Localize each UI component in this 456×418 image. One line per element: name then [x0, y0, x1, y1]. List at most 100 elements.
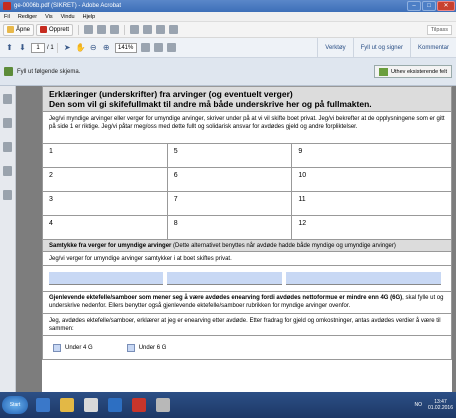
- attachments-icon[interactable]: [3, 142, 12, 152]
- guardian-signature-field[interactable]: [167, 272, 282, 285]
- menu-view[interactable]: Vis: [45, 14, 53, 20]
- language-indicator[interactable]: NO: [414, 402, 422, 408]
- under-4g-checkbox[interactable]: [53, 343, 61, 352]
- create-button[interactable]: Opprett: [36, 23, 74, 36]
- page-number-input[interactable]: 1: [31, 42, 45, 53]
- guardian-signature-field[interactable]: [49, 272, 164, 285]
- internet-explorer-icon[interactable]: [36, 398, 50, 412]
- signature-cell[interactable]: 9: [292, 144, 453, 167]
- previous-page-icon[interactable]: ⬆: [5, 43, 14, 52]
- menu-file[interactable]: Fil: [4, 14, 10, 20]
- window-title: ge-0006b.pdf (SIKRET) - Adobe Acrobat: [14, 3, 122, 9]
- taskbar: Start NO 13:47 01.02.2016: [0, 392, 456, 418]
- under-6g-label: Under 6 G: [138, 344, 167, 351]
- start-button[interactable]: Start: [2, 396, 28, 414]
- customize-area: Tilpass: [426, 24, 452, 35]
- acrobat-icon: [3, 2, 11, 10]
- grid-row: 2 6 10: [43, 168, 453, 192]
- bookmarks-icon[interactable]: [3, 118, 12, 128]
- signature-cell[interactable]: 4: [43, 216, 168, 239]
- layers-icon[interactable]: [3, 190, 12, 200]
- navigation-pane: [0, 86, 16, 392]
- highlight-label: Uthev eksisterende felt: [391, 68, 447, 75]
- media-player-icon[interactable]: [84, 398, 98, 412]
- highlight-icon: [379, 67, 389, 76]
- signatures-icon[interactable]: [3, 166, 12, 176]
- document-viewport[interactable]: Erklæringer (underskrifter) fra arvinger…: [16, 86, 456, 392]
- signature-cell[interactable]: 12: [292, 216, 453, 239]
- word-icon[interactable]: [108, 398, 122, 412]
- signature-cell[interactable]: 1: [43, 144, 168, 167]
- folder-icon: [7, 26, 14, 33]
- signature-cell[interactable]: 8: [168, 216, 293, 239]
- signature-cell[interactable]: 7: [168, 192, 293, 215]
- main-toolbar: Åpne Opprett Tilpass: [0, 22, 456, 38]
- share-icon[interactable]: [169, 25, 179, 34]
- next-page-icon[interactable]: ⬇: [18, 43, 27, 52]
- menu-bar: Fil Rediger Vis Vindu Hjelp: [0, 12, 456, 22]
- comment-icon[interactable]: [143, 25, 153, 34]
- title-bar: ge-0006b.pdf (SIKRET) - Adobe Acrobat – …: [0, 0, 456, 12]
- zoom-in-icon[interactable]: ⊕: [102, 43, 111, 52]
- guardian-signature-field[interactable]: [285, 272, 441, 285]
- section-title: Erklæringer (underskrifter) fra arvinger…: [49, 89, 293, 99]
- file-explorer-icon[interactable]: [60, 398, 74, 412]
- tools-pane-button[interactable]: Verktøy: [317, 37, 352, 58]
- intro-paragraph: Jeg/vi myndige arvinger eller verger for…: [42, 112, 452, 144]
- section-header: Erklæringer (underskrifter) fra arvinger…: [42, 86, 452, 112]
- settings-icon[interactable]: [130, 25, 140, 34]
- acrobat-taskbar-icon[interactable]: [132, 398, 146, 412]
- spouse-title: Gjenlevende ektefelle/samboer som mener …: [49, 295, 403, 301]
- page-thumbnails-icon[interactable]: [3, 94, 12, 104]
- app-icon[interactable]: [156, 398, 170, 412]
- print-icon[interactable]: [97, 25, 107, 34]
- rotate-icon[interactable]: [166, 43, 176, 52]
- create-pdf-icon: [40, 26, 48, 33]
- highlight-fields-button[interactable]: Uthev eksisterende felt: [374, 65, 452, 78]
- grid-row: 1 5 9: [43, 144, 453, 168]
- signature-grid: 1 5 9 2 6 10 3 7 11 4 8 12: [42, 144, 453, 240]
- spouse-paragraph: Gjenlevende ektefelle/samboer som mener …: [42, 292, 452, 314]
- maximize-button[interactable]: □: [422, 1, 436, 11]
- menu-window[interactable]: Vindu: [61, 14, 75, 20]
- fill-sign-pane-button[interactable]: Fyll ut og signer: [352, 37, 410, 58]
- select-cursor-icon[interactable]: ➤: [63, 43, 72, 52]
- fit-page-icon[interactable]: [140, 43, 150, 52]
- estate-value-options: Under 4 G Under 6 G: [42, 336, 452, 360]
- under-6g-checkbox[interactable]: [126, 343, 135, 352]
- close-button[interactable]: ✕: [437, 1, 455, 11]
- section-subtitle: Den som vil gi skifefullmakt til andre m…: [49, 99, 372, 109]
- form-notification-bar: Fyll ut følgende skjema. Uthev eksistere…: [0, 58, 456, 86]
- signature-cell[interactable]: 5: [168, 144, 293, 167]
- toolbar-divider: [56, 42, 58, 53]
- declaration-paragraph: Jeg, avdødes ektefelle/samboer, erklærer…: [42, 314, 452, 336]
- menu-edit[interactable]: Rediger: [18, 14, 37, 20]
- create-label: Opprett: [49, 26, 70, 33]
- signature-cell[interactable]: 10: [292, 168, 453, 191]
- comment-pane-button[interactable]: Kommentar: [409, 37, 456, 58]
- email-icon[interactable]: [110, 25, 120, 34]
- save-icon[interactable]: [84, 25, 94, 34]
- zoom-input[interactable]: 141%: [114, 42, 137, 53]
- form-message: Fyll ut følgende skjema.: [17, 68, 81, 75]
- signature-cell[interactable]: 11: [292, 192, 453, 215]
- fit-width-icon[interactable]: [153, 43, 163, 52]
- consent-note: (Dette alternativet benyttes når avdøde …: [171, 243, 396, 249]
- navigation-toolbar: ⬆ ⬇ 1 / 1 ➤ ✋ ⊖ ⊕ 141% Verktøy Fyll ut o…: [0, 37, 456, 58]
- clock[interactable]: 13:47 01.02.2016: [428, 399, 453, 411]
- hand-tool-icon[interactable]: ✋: [76, 43, 86, 52]
- open-button[interactable]: Åpne: [3, 23, 35, 36]
- page-total: / 1: [47, 44, 54, 51]
- menu-help[interactable]: Hjelp: [83, 14, 96, 20]
- sign-icon[interactable]: [156, 25, 166, 34]
- toolbar-divider: [124, 24, 126, 35]
- signature-cell[interactable]: 3: [43, 192, 168, 215]
- zoom-out-icon[interactable]: ⊖: [89, 43, 98, 52]
- task-panes: Verktøy Fyll ut og signer Kommentar: [317, 37, 456, 58]
- customize-dropdown[interactable]: Tilpass: [426, 24, 452, 35]
- signature-cell[interactable]: 6: [168, 168, 293, 191]
- grid-row: 3 7 11: [43, 192, 453, 216]
- minimize-button[interactable]: –: [407, 1, 421, 11]
- guardian-signature-row: [42, 266, 452, 292]
- signature-cell[interactable]: 2: [43, 168, 168, 191]
